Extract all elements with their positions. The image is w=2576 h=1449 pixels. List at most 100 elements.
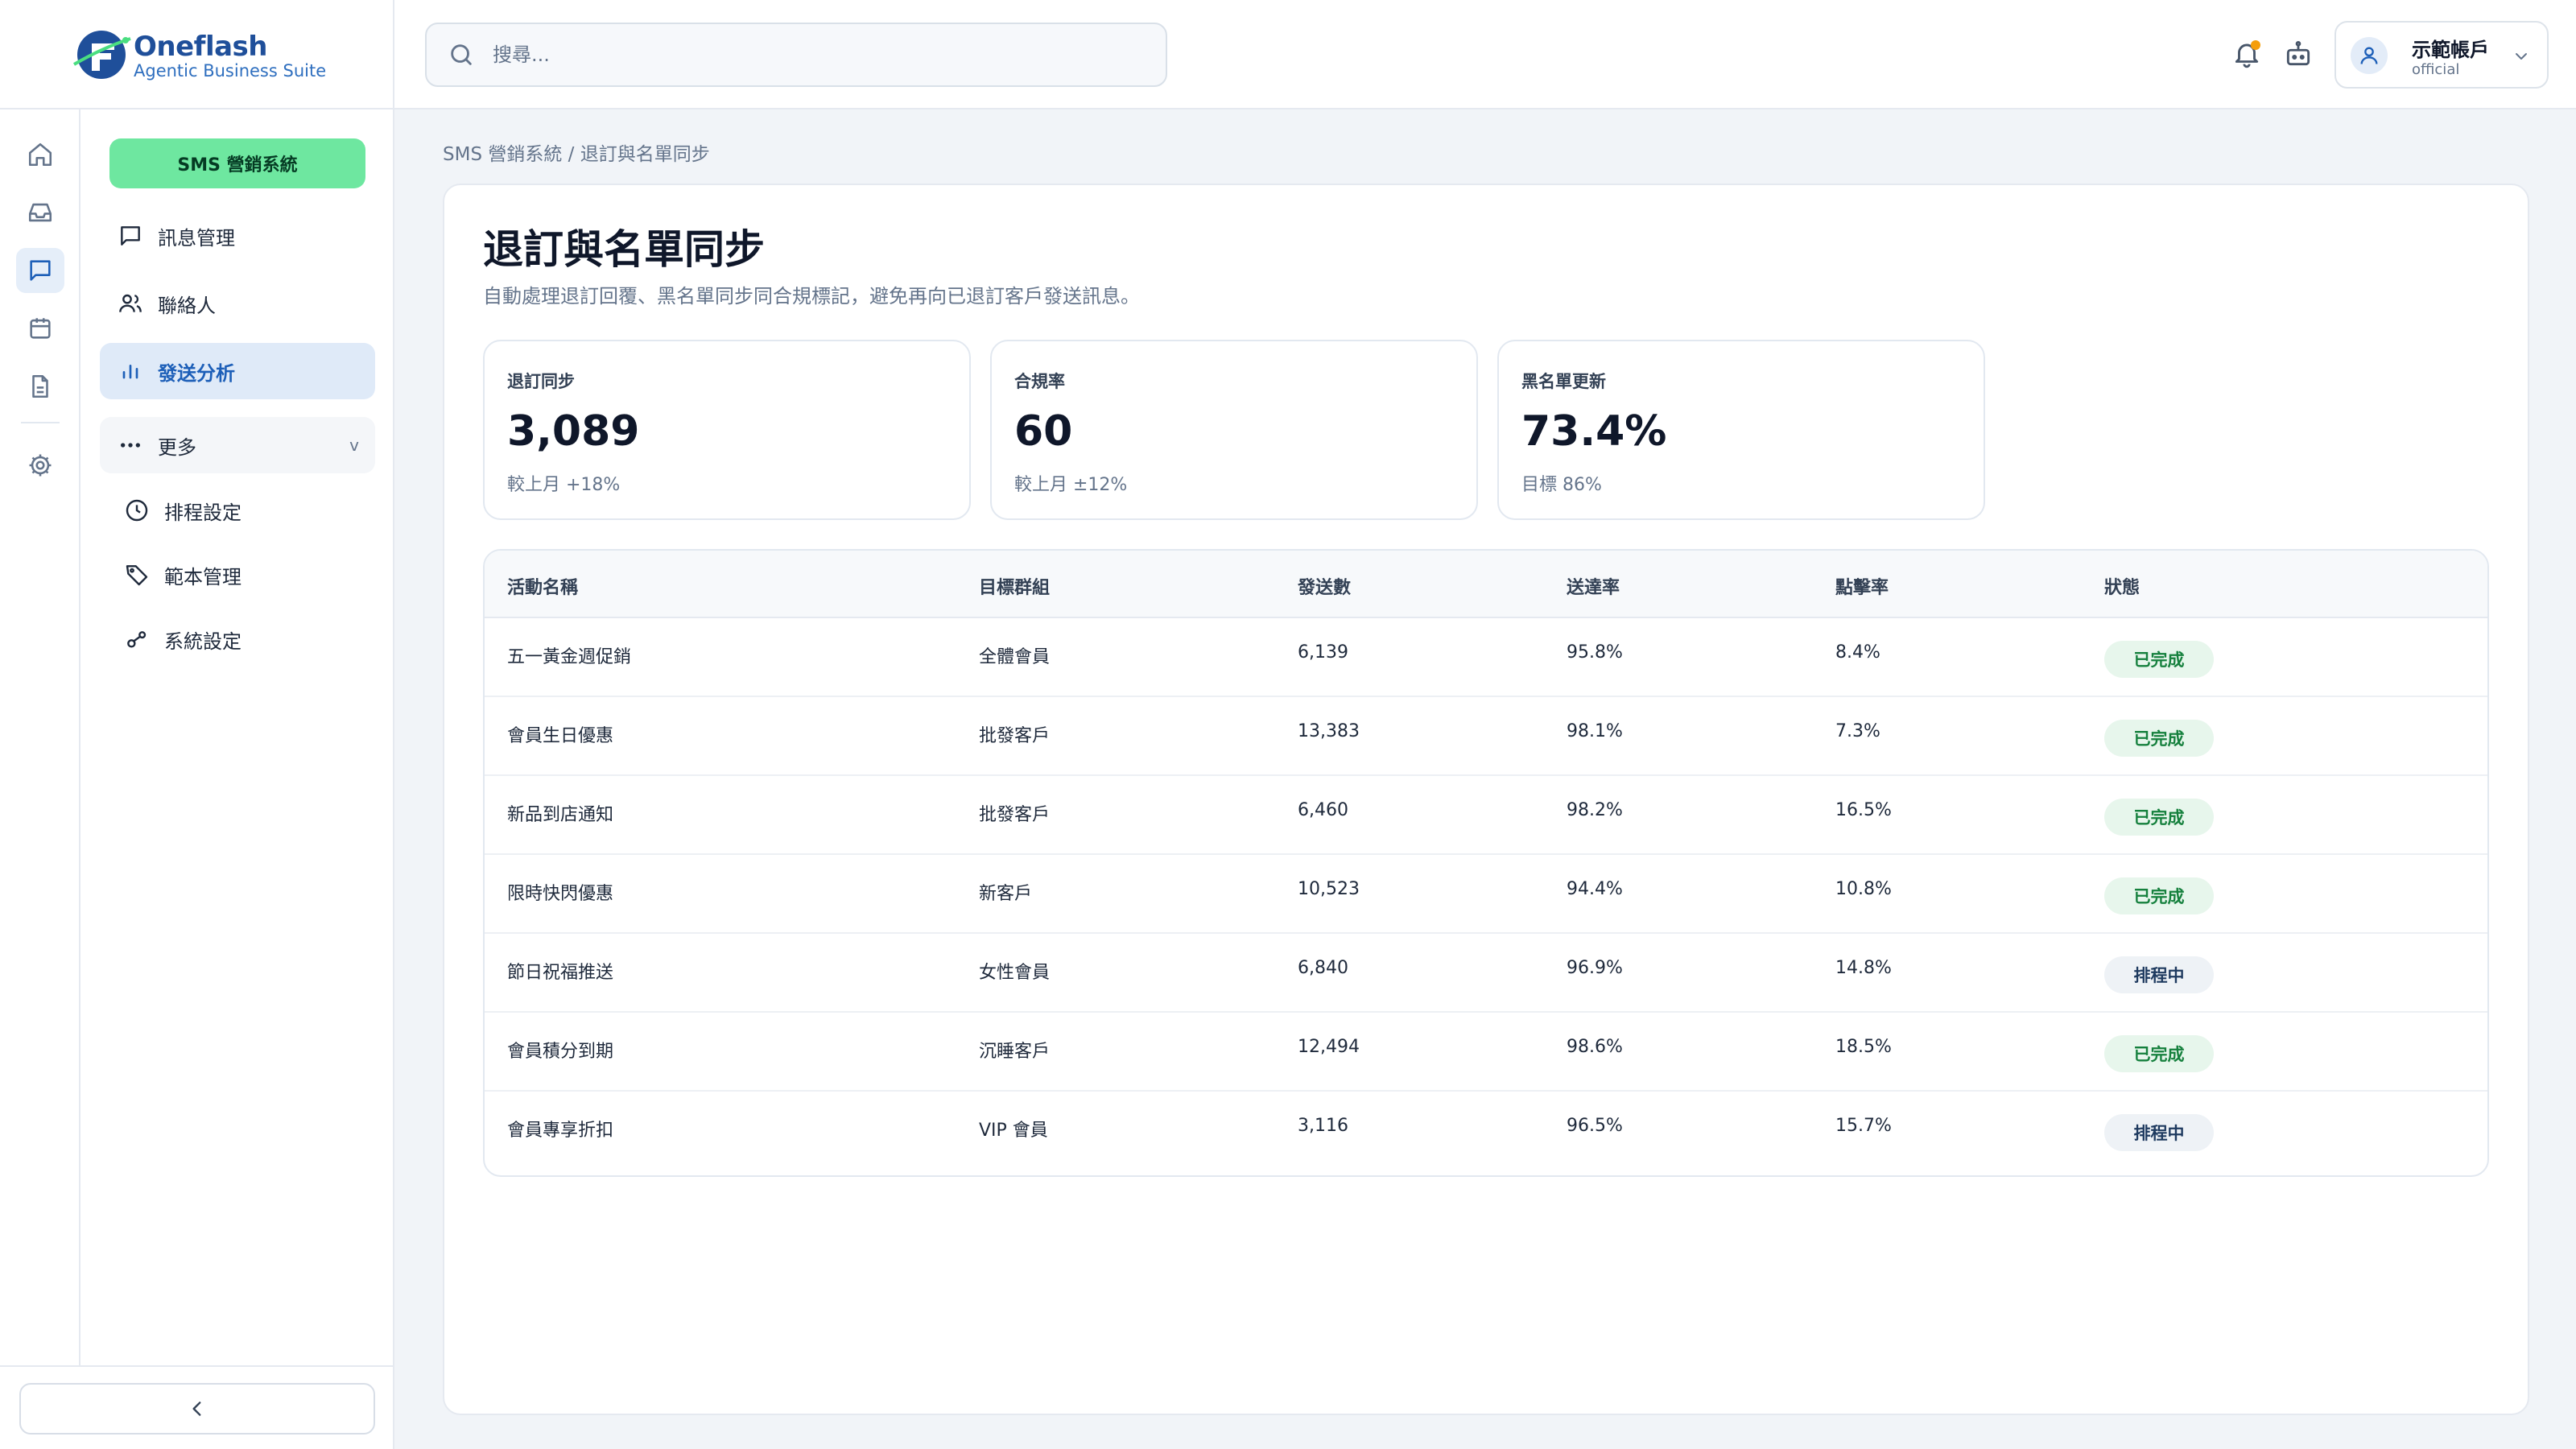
- cell-delivery-rate: 98.2%: [1567, 800, 1623, 820]
- table-row[interactable]: 限時快閃優惠 新客戶 10,523 94.4% 10.8% 已完成: [485, 855, 2487, 934]
- chevron-down-icon: [2516, 53, 2527, 60]
- table-row[interactable]: 五一黃金週促銷 全體會員 6,139 95.8% 8.4% 已完成: [485, 618, 2487, 697]
- gear-icon: [29, 454, 52, 477]
- cell-campaign-name: 會員生日優惠: [507, 726, 614, 746]
- sidebar: Oneflash Agentic Business Suite SMS 營銷系統…: [0, 0, 394, 1449]
- status-badge: 已完成: [2104, 720, 2214, 757]
- cell-sent-count: 6,840: [1298, 958, 1348, 978]
- cell-delivery-rate: 98.6%: [1567, 1037, 1623, 1057]
- column-header[interactable]: 點擊率: [1835, 573, 1889, 599]
- file-icon: [32, 374, 48, 398]
- stat-value: 73.4%: [1521, 407, 1667, 456]
- nav-item-label: 聯絡人: [158, 294, 216, 317]
- cell-click-rate: 7.3%: [1835, 721, 1880, 741]
- sub-item-system-settings[interactable]: 系統設定: [124, 617, 365, 662]
- table-row[interactable]: 會員生日優惠 批發客戶 13,383 98.1% 7.3% 已完成: [485, 697, 2487, 776]
- sub-item-schedule[interactable]: 排程設定: [124, 488, 365, 533]
- rail-inbox[interactable]: [16, 190, 64, 235]
- home-icon: [28, 142, 52, 167]
- cell-delivery-rate: 96.5%: [1567, 1116, 1623, 1136]
- sub-item-templates[interactable]: 範本管理: [124, 552, 365, 597]
- brand[interactable]: Oneflash Agentic Business Suite: [0, 0, 394, 109]
- nav-item-label: 訊息管理: [158, 226, 235, 250]
- rail-home[interactable]: [16, 132, 64, 177]
- cell-sent-count: 6,139: [1298, 642, 1348, 663]
- status-badge: 已完成: [2104, 877, 2214, 914]
- account-menu[interactable]: 示範帳戶 official: [2334, 21, 2549, 89]
- stat-card-unsubscribe-sync: 退訂同步 3,089 較上月 +18%: [483, 340, 971, 520]
- column-header[interactable]: 活動名稱: [507, 573, 578, 599]
- cell-delivery-rate: 98.1%: [1567, 721, 1623, 741]
- cell-campaign-name: 五一黃金週促銷: [507, 647, 632, 667]
- calendar-icon: [30, 318, 51, 339]
- table-header: 活動名稱 目標群組 發送數 送達率 點擊率 狀態: [485, 551, 2487, 618]
- campaign-table: 活動名稱 目標群組 發送數 送達率 點擊率 狀態 五一黃金週促銷 全體會員 6,…: [483, 549, 2489, 1177]
- nav-item-send-analytics[interactable]: 發送分析: [100, 343, 375, 399]
- collapse-sidebar-button[interactable]: [19, 1383, 375, 1435]
- rail-calendar[interactable]: [16, 306, 64, 351]
- cell-sent-count: 3,116: [1298, 1116, 1348, 1136]
- rail-file[interactable]: [16, 364, 64, 409]
- table-row[interactable]: 新品到店通知 批發客戶 6,460 98.2% 16.5% 已完成: [485, 776, 2487, 855]
- robot-icon: [2286, 41, 2310, 66]
- column-header[interactable]: 發送數: [1298, 573, 1351, 599]
- cell-click-rate: 8.4%: [1835, 642, 1880, 663]
- rail-settings[interactable]: [16, 443, 64, 488]
- chevron-down-icon: v: [349, 436, 359, 455]
- account-role: official: [2412, 61, 2460, 78]
- bar-chart-icon: [122, 365, 138, 379]
- cell-click-rate: 16.5%: [1835, 800, 1892, 820]
- search-input[interactable]: [493, 43, 1121, 66]
- user-icon: [2360, 47, 2378, 64]
- nav-item-contacts[interactable]: 聯絡人: [100, 275, 375, 332]
- page-title: 退訂與名單同步: [483, 226, 765, 273]
- status-badge: 排程中: [2104, 956, 2214, 993]
- sub-item-label: 系統設定: [164, 630, 242, 653]
- brand-name: Oneflash: [134, 31, 268, 63]
- system-switch-button[interactable]: SMS 營銷系統: [109, 138, 365, 188]
- nav-item-more[interactable]: 更多 v: [100, 417, 375, 473]
- clock-icon: [126, 499, 148, 522]
- sub-item-label: 排程設定: [164, 501, 242, 524]
- cell-target-group: 批發客戶: [979, 726, 1051, 746]
- cell-sent-count: 12,494: [1298, 1037, 1360, 1057]
- nav-item-label: 發送分析: [158, 361, 235, 385]
- rail-chat[interactable]: [16, 248, 64, 293]
- column-header[interactable]: 送達率: [1567, 573, 1620, 599]
- cell-delivery-rate: 95.8%: [1567, 642, 1623, 663]
- status-badge: 已完成: [2104, 1035, 2214, 1072]
- status-badge: 排程中: [2104, 1114, 2214, 1151]
- notifications-button[interactable]: [2228, 35, 2265, 72]
- status-badge: 已完成: [2104, 799, 2214, 836]
- icon-rail: [0, 109, 80, 1365]
- page-description: 自動處理退訂回覆、黑名單同步同合規標記，避免再向已退訂客戶發送訊息。: [483, 285, 1140, 308]
- stat-subtext: 較上月 ±12%: [1014, 475, 1128, 495]
- search-box[interactable]: [425, 23, 1167, 87]
- account-name: 示範帳戶: [2412, 39, 2489, 61]
- cell-campaign-name: 節日祝福推送: [507, 963, 614, 983]
- cell-target-group: 沉睡客戶: [979, 1042, 1051, 1062]
- chat-icon: [30, 260, 51, 281]
- table-row[interactable]: 會員專享折扣 VIP 會員 3,116 96.5% 15.7% 排程中: [485, 1092, 2487, 1170]
- content-panel: 退訂與名單同步 自動處理退訂回覆、黑名單同步同合規標記，避免再向已退訂客戶發送訊…: [443, 184, 2529, 1415]
- top-bar: 示範帳戶 official: [394, 0, 2576, 109]
- cell-delivery-rate: 94.4%: [1567, 879, 1623, 899]
- nav-item-messages[interactable]: 訊息管理: [100, 208, 375, 264]
- cell-sent-count: 10,523: [1298, 879, 1360, 899]
- cell-click-rate: 18.5%: [1835, 1037, 1892, 1057]
- table-row[interactable]: 節日祝福推送 女性會員 6,840 96.9% 14.8% 排程中: [485, 934, 2487, 1013]
- column-header[interactable]: 目標群組: [979, 573, 1050, 599]
- stat-label: 黑名單更新: [1521, 372, 1606, 391]
- cell-click-rate: 10.8%: [1835, 879, 1892, 899]
- notification-dot: [2251, 40, 2260, 50]
- column-header[interactable]: 狀態: [2104, 573, 2140, 599]
- chevron-left-icon: [192, 1402, 201, 1416]
- ai-assistant-button[interactable]: [2280, 35, 2317, 72]
- table-row[interactable]: 會員積分到期 沉睡客戶 12,494 98.6% 18.5% 已完成: [485, 1013, 2487, 1092]
- brand-tagline: Agentic Business Suite: [134, 61, 327, 80]
- cell-campaign-name: 限時快閃優惠: [507, 884, 614, 904]
- oneflash-logo-icon: [72, 31, 131, 79]
- cell-target-group: 全體會員: [979, 647, 1051, 667]
- stat-label: 退訂同步: [507, 372, 575, 391]
- stat-subtext: 較上月 +18%: [507, 475, 621, 495]
